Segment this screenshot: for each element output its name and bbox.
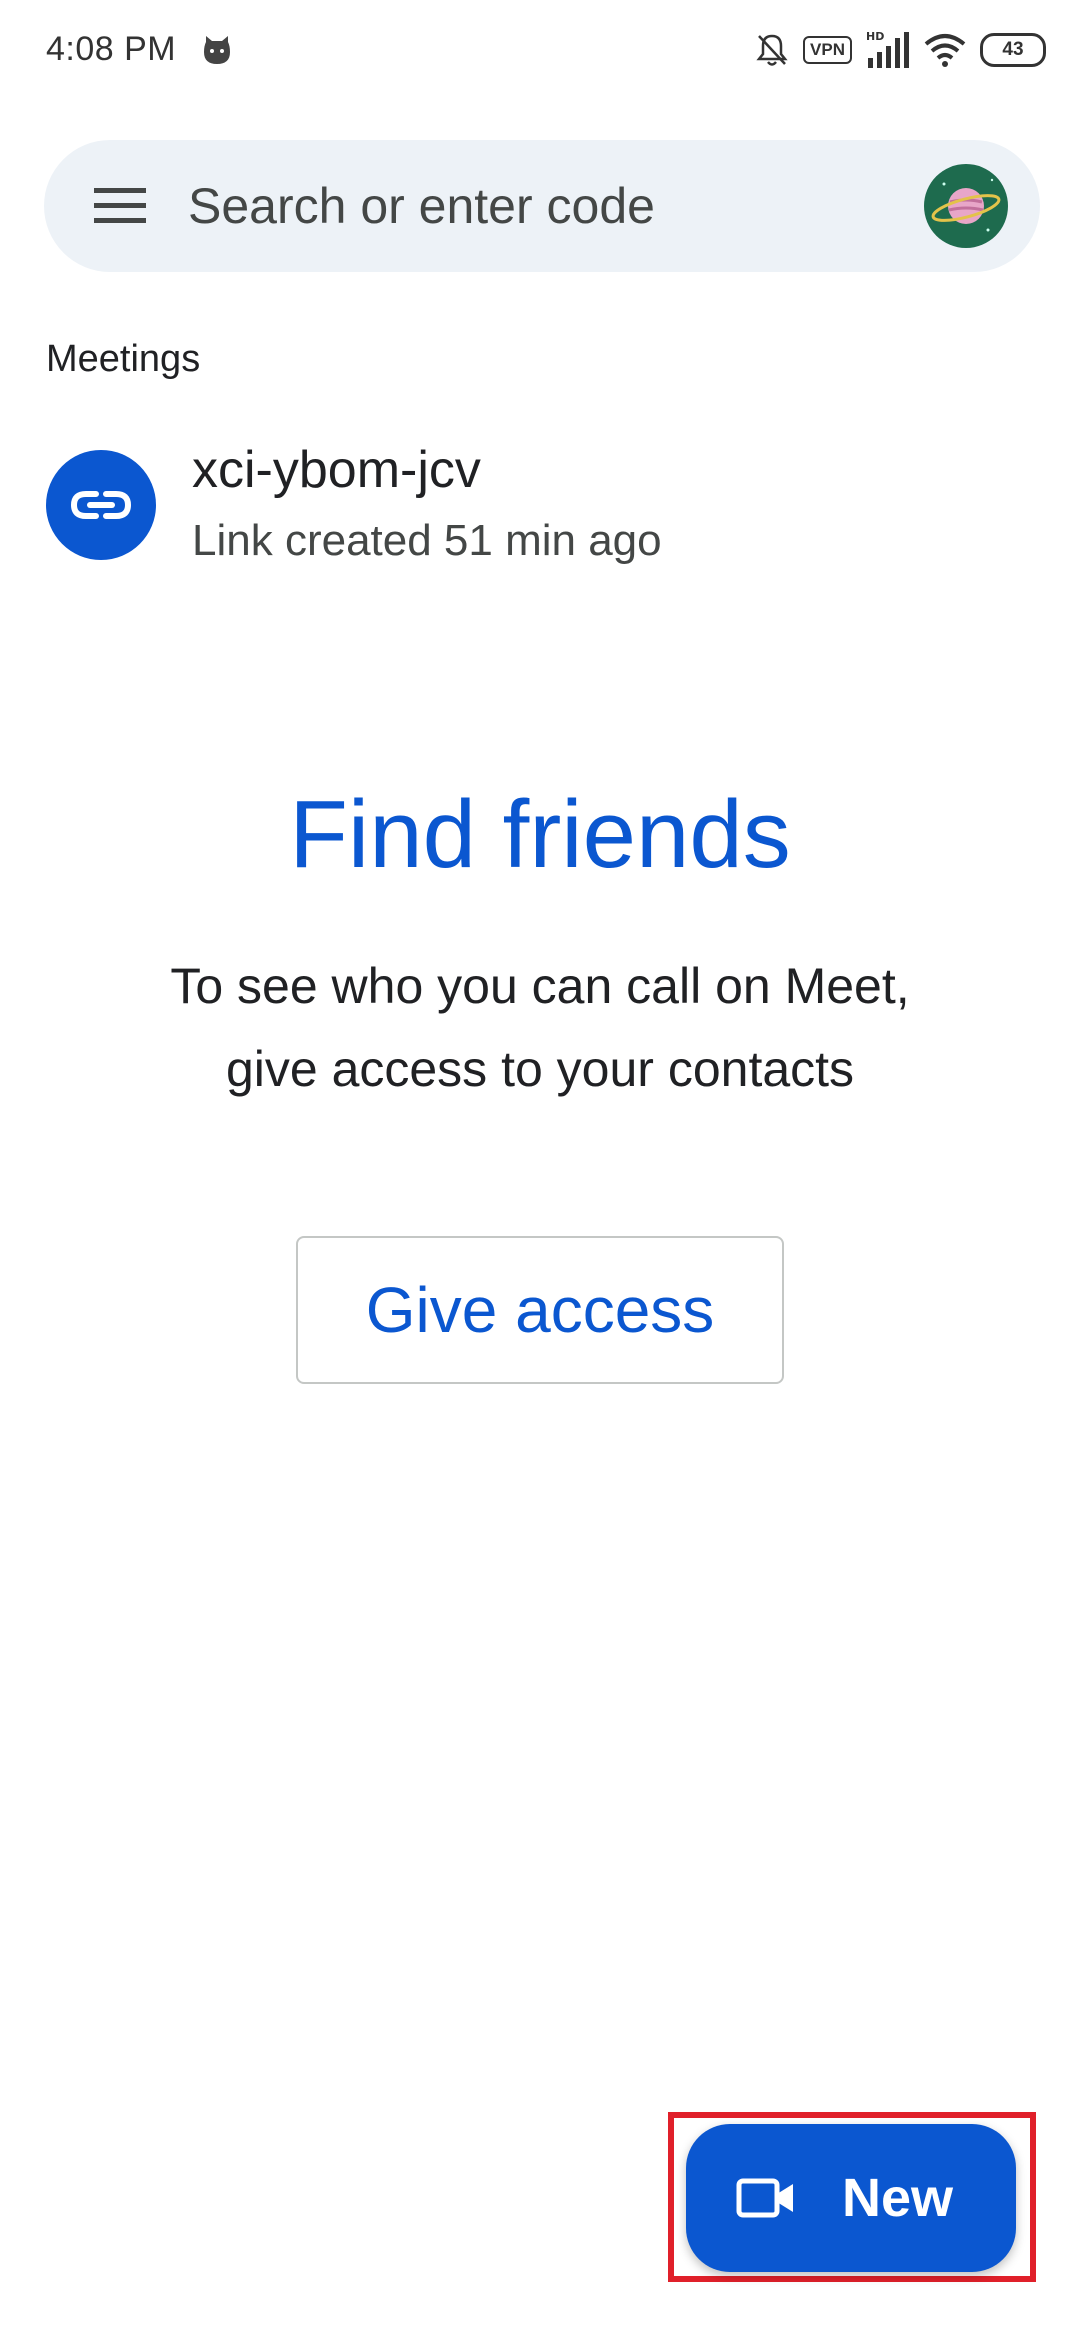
svg-text:HD: HD [866, 30, 884, 43]
new-button-label: New [842, 2168, 954, 2228]
link-icon [70, 491, 132, 519]
planet-avatar-icon [924, 164, 1008, 248]
vpn-icon: VPN [803, 36, 852, 64]
meeting-list-item[interactable]: xci-ybom-jcv Link created 51 min ago [0, 420, 1080, 590]
search-input[interactable]: Search or enter code [188, 180, 655, 232]
battery-icon: 43 [980, 33, 1046, 67]
meeting-code: xci-ybom-jcv [192, 441, 481, 499]
cat-icon [204, 36, 230, 64]
give-access-button[interactable]: Give access [296, 1236, 784, 1384]
status-bar: 4:08 PM VPN HD 43 [0, 0, 1080, 100]
wifi-icon [924, 34, 966, 67]
find-friends-title: Find friends [289, 781, 791, 888]
avatar[interactable] [924, 164, 1008, 248]
meetings-section-label: Meetings [46, 338, 201, 380]
bell-muted-icon [756, 34, 788, 66]
meeting-link-avatar [46, 450, 156, 560]
search-bar[interactable]: Search or enter code [44, 140, 1040, 272]
video-camera-icon [736, 2178, 793, 2218]
hamburger-menu-icon[interactable] [94, 186, 146, 226]
find-friends-description: To see who you can call on Meet, give ac… [170, 958, 910, 1097]
meeting-subtitle: Link created 51 min ago [192, 516, 662, 565]
status-icons: VPN HD 43 [755, 30, 1046, 70]
signal-icon: HD [866, 30, 909, 68]
battery-level: 43 [1002, 39, 1024, 60]
new-meeting-button[interactable]: New [686, 2124, 1016, 2272]
status-time: 4:08 PM [46, 30, 177, 68]
